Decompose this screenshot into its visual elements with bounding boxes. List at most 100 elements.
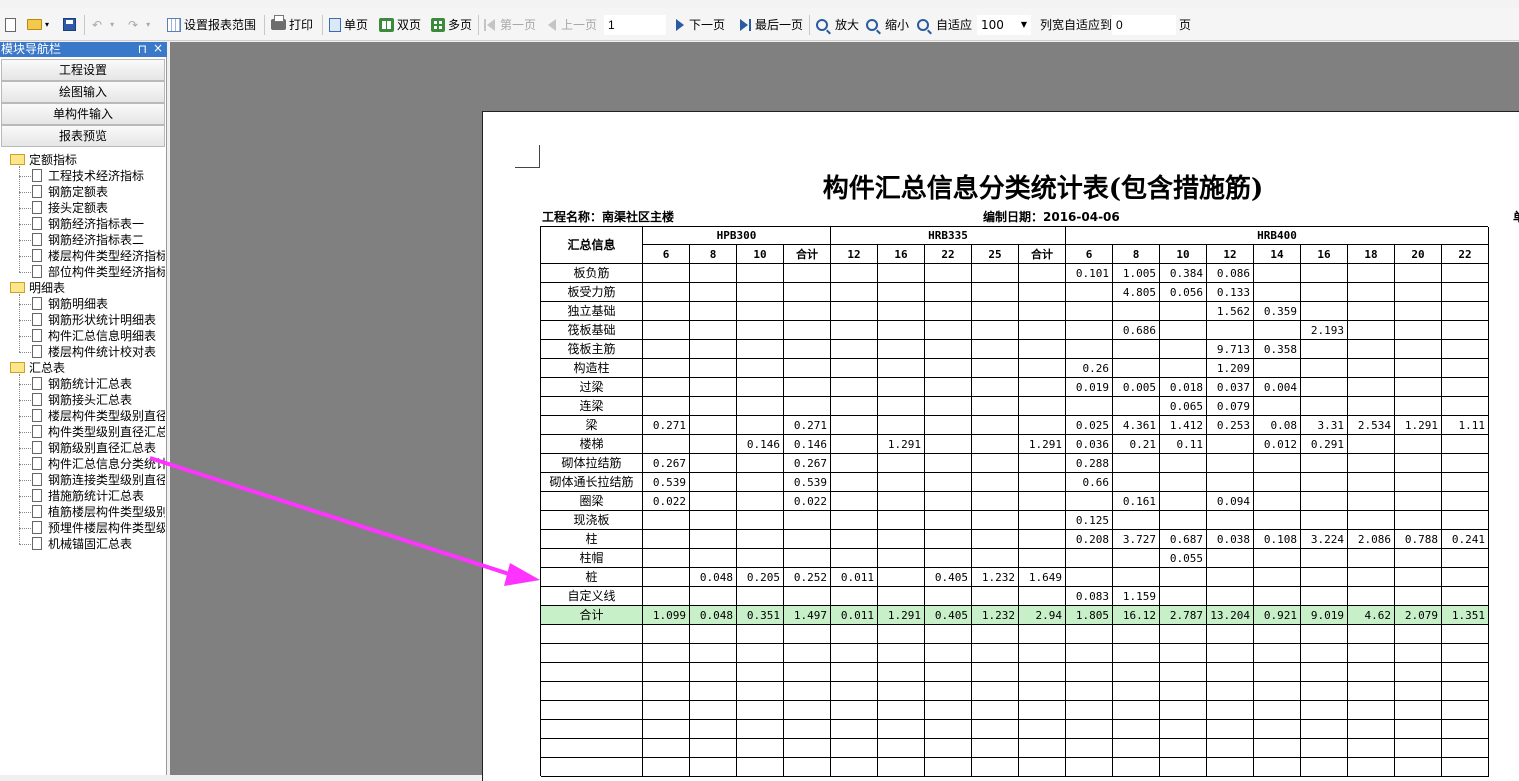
table-cell bbox=[1113, 359, 1160, 378]
tree-label: 钢筋接头汇总表 bbox=[48, 393, 133, 407]
single-page-button[interactable]: 单页 bbox=[329, 8, 368, 41]
table-cell bbox=[1066, 492, 1113, 511]
table-cell bbox=[690, 397, 737, 416]
tree-item[interactable]: 构件汇总信息明细表 bbox=[32, 328, 156, 344]
crop-mark bbox=[539, 145, 540, 168]
table-cell bbox=[784, 549, 831, 568]
table-cell bbox=[831, 302, 878, 321]
open-button[interactable]: ▾ bbox=[27, 8, 49, 41]
tree-item[interactable]: 楼层构件统计校对表 bbox=[32, 344, 156, 360]
close-icon[interactable]: × bbox=[153, 41, 163, 56]
module-project-settings-button[interactable]: 工程设置 bbox=[1, 59, 165, 81]
prev-page-button[interactable]: 上一页 bbox=[548, 8, 597, 41]
double-page-icon bbox=[379, 17, 394, 32]
column-fit-input[interactable] bbox=[1112, 15, 1176, 35]
tree-item[interactable]: 构件汇总信息分类统计 bbox=[32, 456, 165, 472]
table-cell: 1.291 bbox=[1395, 416, 1442, 435]
module-single-component-button[interactable]: 单构件输入 bbox=[1, 103, 165, 125]
empty-cell bbox=[690, 644, 737, 663]
double-page-button[interactable]: 双页 bbox=[379, 8, 421, 41]
table-cell bbox=[1254, 473, 1301, 492]
empty-cell bbox=[1301, 663, 1348, 682]
tree-item[interactable]: 钢筋明细表 bbox=[32, 296, 108, 312]
pin-icon[interactable]: ⊓ bbox=[138, 42, 147, 57]
module-report-preview-button[interactable]: 报表预览 bbox=[1, 125, 165, 147]
tree-item[interactable]: 部位构件类型经济指标 bbox=[32, 264, 165, 280]
tree-item[interactable]: 楼层构件类型级别直径 bbox=[32, 408, 165, 424]
tree-folder[interactable]: 定额指标 bbox=[10, 152, 77, 168]
folder-icon bbox=[10, 362, 25, 373]
table-cell bbox=[1301, 397, 1348, 416]
tree-item[interactable]: 楼层构件类型经济指标 bbox=[32, 248, 165, 264]
table-cell bbox=[1207, 321, 1254, 340]
tree-label: 钢筋连接类型级别直径 bbox=[48, 473, 165, 487]
table-cell bbox=[1113, 511, 1160, 530]
zoom-in-button[interactable]: 放大 bbox=[816, 8, 859, 41]
table-cell bbox=[1348, 435, 1395, 454]
table-cell bbox=[1113, 568, 1160, 587]
print-button[interactable]: 打印 bbox=[271, 8, 313, 41]
table-cell bbox=[925, 378, 972, 397]
tree-item[interactable]: 构件类型级别直径汇总 bbox=[32, 424, 165, 440]
tree-item[interactable]: 钢筋级别直径汇总表 bbox=[32, 440, 156, 456]
table-cell bbox=[1348, 340, 1395, 359]
tree-item[interactable]: 工程技术经济指标 bbox=[32, 168, 144, 184]
table-cell bbox=[1348, 283, 1395, 302]
table-cell: 0.108 bbox=[1254, 530, 1301, 549]
tree-item[interactable]: 接头定额表 bbox=[32, 200, 108, 216]
multi-page-button[interactable]: 多页 bbox=[431, 8, 472, 41]
table-cell bbox=[737, 264, 784, 283]
tree-item[interactable]: 钢筋形状统计明细表 bbox=[32, 312, 156, 328]
set-report-range-button[interactable]: 设置报表范围 bbox=[167, 8, 256, 41]
last-page-button[interactable]: 最后一页 bbox=[740, 8, 803, 41]
tree-item[interactable]: 钢筋统计汇总表 bbox=[32, 376, 132, 392]
document-icon bbox=[32, 457, 42, 470]
table-cell bbox=[643, 587, 690, 606]
new-file-button[interactable] bbox=[5, 8, 19, 41]
empty-cell bbox=[1348, 682, 1395, 701]
table-cell bbox=[1442, 473, 1489, 492]
table-cell bbox=[1395, 378, 1442, 397]
undo-button[interactable]: ↶ ▾ bbox=[92, 8, 114, 41]
fit-button[interactable]: 自适应 bbox=[917, 8, 972, 41]
tree-item[interactable]: 机械锚固汇总表 bbox=[32, 536, 132, 552]
table-cell bbox=[972, 549, 1019, 568]
table-cell bbox=[1301, 454, 1348, 473]
table-cell: 1.232 bbox=[972, 606, 1019, 625]
row-label: 过梁 bbox=[541, 378, 643, 397]
next-page-button[interactable]: 下一页 bbox=[676, 8, 725, 41]
diameter-header: 10 bbox=[737, 245, 784, 264]
first-page-button[interactable]: 第一页 bbox=[484, 8, 536, 41]
table-cell bbox=[1442, 435, 1489, 454]
save-icon bbox=[63, 18, 76, 31]
redo-button[interactable]: ↷ ▾ bbox=[128, 8, 150, 41]
page-number-input[interactable] bbox=[604, 15, 666, 35]
row-label: 砌体拉结筋 bbox=[541, 454, 643, 473]
tree-connector bbox=[19, 464, 31, 465]
report-viewer[interactable]: 构件汇总信息分类统计表(包含措施筋) 工程名称：南渠社区主楼 编制日期：2016… bbox=[170, 42, 1519, 781]
tree-item[interactable]: 植筋楼层构件类型级别 bbox=[32, 504, 165, 520]
tree-item[interactable]: 钢筋接头汇总表 bbox=[32, 392, 132, 408]
zoom-select[interactable]: 100 ▼ bbox=[977, 15, 1031, 35]
zoom-out-button[interactable]: 缩小 bbox=[866, 8, 909, 41]
table-cell bbox=[925, 302, 972, 321]
table-cell: 3.727 bbox=[1113, 530, 1160, 549]
save-button[interactable] bbox=[63, 8, 79, 41]
tree-item[interactable]: 措施筋统计汇总表 bbox=[32, 488, 144, 504]
empty-cell bbox=[1254, 701, 1301, 720]
open-folder-icon bbox=[27, 19, 42, 30]
tree-item[interactable]: 钢筋连接类型级别直径 bbox=[32, 472, 165, 488]
tree-item[interactable]: 钢筋经济指标表二 bbox=[32, 232, 144, 248]
table-cell: 0.405 bbox=[925, 568, 972, 587]
table-cell bbox=[784, 321, 831, 340]
module-drawing-input-button[interactable]: 绘图输入 bbox=[1, 81, 165, 103]
table-cell bbox=[1348, 264, 1395, 283]
tree-item[interactable]: 钢筋经济指标表一 bbox=[32, 216, 144, 232]
empty-cell bbox=[831, 663, 878, 682]
table-cell bbox=[737, 378, 784, 397]
report-range-icon bbox=[167, 17, 181, 32]
table-cell bbox=[1066, 397, 1113, 416]
tree-item[interactable]: 钢筋定额表 bbox=[32, 184, 108, 200]
next-page-icon bbox=[676, 18, 684, 31]
tree-item[interactable]: 预埋件楼层构件类型级 bbox=[32, 520, 165, 536]
